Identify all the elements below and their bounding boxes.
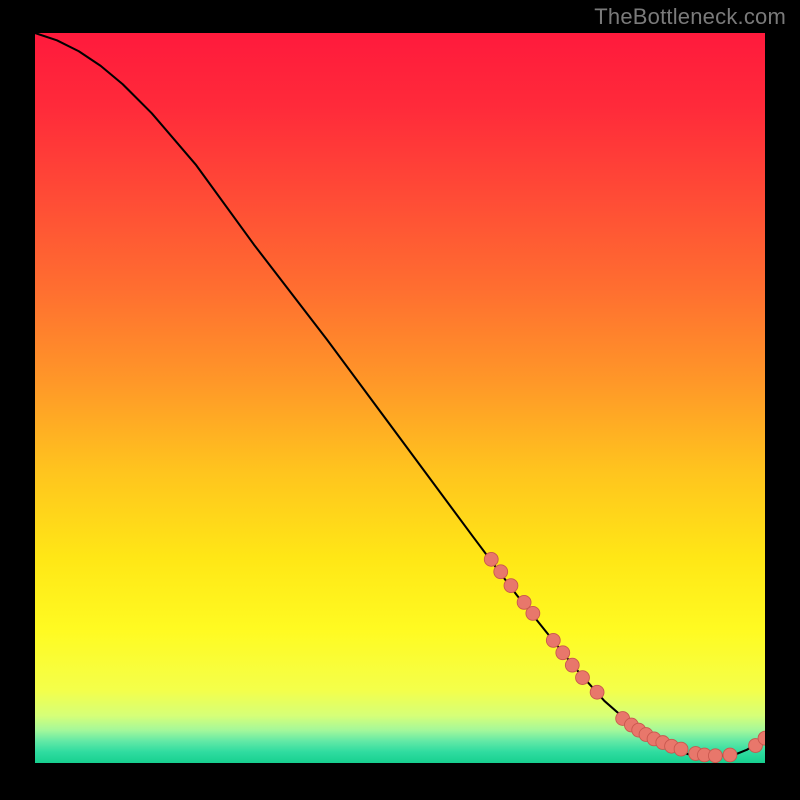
- data-marker: [526, 606, 540, 620]
- chart-plot-area: [35, 33, 765, 768]
- data-marker: [674, 742, 688, 756]
- data-marker: [546, 633, 560, 647]
- chart-container: TheBottleneck.com: [0, 0, 800, 800]
- data-marker: [556, 646, 570, 660]
- gradient-background: [35, 33, 765, 763]
- data-marker: [484, 552, 498, 566]
- data-marker: [590, 685, 604, 699]
- data-marker: [723, 748, 737, 762]
- data-marker: [565, 658, 579, 672]
- chart-svg: [35, 33, 765, 763]
- data-marker: [708, 749, 722, 763]
- data-marker: [494, 565, 508, 579]
- watermark-text: TheBottleneck.com: [594, 4, 786, 30]
- data-marker: [504, 579, 518, 593]
- data-marker: [576, 671, 590, 685]
